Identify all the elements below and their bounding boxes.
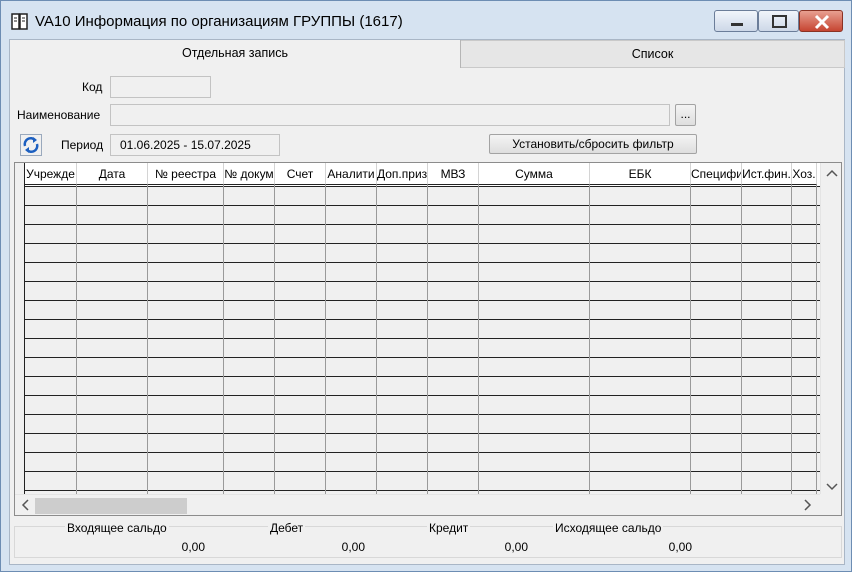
scroll-up-icon[interactable]: [826, 166, 838, 181]
column-divider: [76, 185, 77, 494]
minimize-icon: [731, 23, 743, 26]
column-header[interactable]: Аналити: [326, 163, 377, 185]
credit-value: 0,00: [504, 540, 528, 554]
column-divider: [274, 185, 275, 494]
credit-label: Кредит: [427, 521, 471, 535]
code-label: Код: [82, 80, 103, 94]
column-header[interactable]: Сумма: [479, 163, 590, 185]
column-header[interactable]: Учрежде: [25, 163, 77, 185]
scroll-down-icon[interactable]: [826, 480, 838, 495]
debit-label: Дебет: [268, 521, 306, 535]
code-field[interactable]: [110, 76, 211, 98]
column-divider: [478, 185, 479, 494]
column-divider: [223, 185, 224, 494]
tab-single-record[interactable]: Отдельная запись: [10, 40, 461, 68]
debit-value: 0,00: [341, 540, 365, 554]
column-divider: [791, 185, 792, 494]
column-divider: [816, 185, 817, 494]
column-header[interactable]: ЕБК: [590, 163, 691, 185]
horizontal-scrollbar[interactable]: [15, 494, 820, 515]
client-area: Отдельная запись Список Код Наименование…: [9, 39, 845, 565]
scrollbar-corner: [820, 494, 841, 515]
name-field[interactable]: [110, 104, 670, 126]
horizontal-scroll-thumb[interactable]: [35, 498, 187, 514]
row-indicator-column: [15, 163, 25, 494]
window-title: VA10 Информация по организациям ГРУППЫ (…: [35, 13, 403, 30]
browse-button[interactable]: ...: [675, 104, 696, 126]
tab-list[interactable]: Список: [461, 40, 845, 68]
maximize-button[interactable]: [758, 10, 799, 32]
column-header[interactable]: Хоз.: [792, 163, 817, 185]
column-header[interactable]: МВЗ: [428, 163, 479, 185]
opening-balance-label: Входящее сальдо: [65, 521, 169, 535]
closing-balance-value: 0,00: [668, 540, 692, 554]
name-label: Наименование: [17, 108, 101, 122]
period-label: Период: [61, 138, 104, 152]
grid-cells[interactable]: [25, 186, 820, 494]
totals-panel: Входящее сальдо 0,00 Дебет 0,00 Кредит 0…: [14, 521, 842, 558]
opening-balance-value: 0,00: [181, 540, 205, 554]
data-grid[interactable]: Учрежде Дата № реестра № докум Счет Аналити До…: [14, 162, 842, 516]
filter-button[interactable]: Установить/сбросить фильтр: [489, 134, 697, 154]
column-header[interactable]: № докум: [224, 163, 275, 185]
column-divider: [690, 185, 691, 494]
refresh-icon[interactable]: [20, 134, 42, 156]
column-divider: [741, 185, 742, 494]
vertical-scrollbar[interactable]: [820, 163, 841, 494]
column-header[interactable]: Специфи: [691, 163, 742, 185]
closing-balance-label: Исходящее сальдо: [553, 521, 664, 535]
grid-body: Учрежде Дата № реестра № докум Счет Аналити До…: [15, 163, 820, 494]
column-divider: [427, 185, 428, 494]
column-divider: [325, 185, 326, 494]
column-divider: [589, 185, 590, 494]
book-icon: [10, 12, 30, 32]
column-header[interactable]: Счет: [275, 163, 326, 185]
column-header[interactable]: № реестра: [148, 163, 224, 185]
column-divider: [376, 185, 377, 494]
scroll-left-icon[interactable]: [20, 499, 30, 514]
minimize-button[interactable]: [714, 10, 758, 32]
period-field[interactable]: 01.06.2025 - 15.07.2025: [110, 134, 280, 156]
title-bar[interactable]: VA10 Информация по организациям ГРУППЫ (…: [1, 1, 851, 39]
close-button[interactable]: [799, 10, 843, 32]
scroll-right-icon[interactable]: [803, 499, 813, 514]
app-window: VA10 Информация по организациям ГРУППЫ (…: [0, 0, 852, 572]
column-header[interactable]: Дата: [77, 163, 148, 185]
column-header[interactable]: Доп.приз: [377, 163, 428, 185]
column-divider: [147, 185, 148, 494]
column-header[interactable]: Ист.фин.: [742, 163, 792, 185]
close-icon: [814, 14, 830, 30]
maximize-icon: [772, 15, 787, 28]
